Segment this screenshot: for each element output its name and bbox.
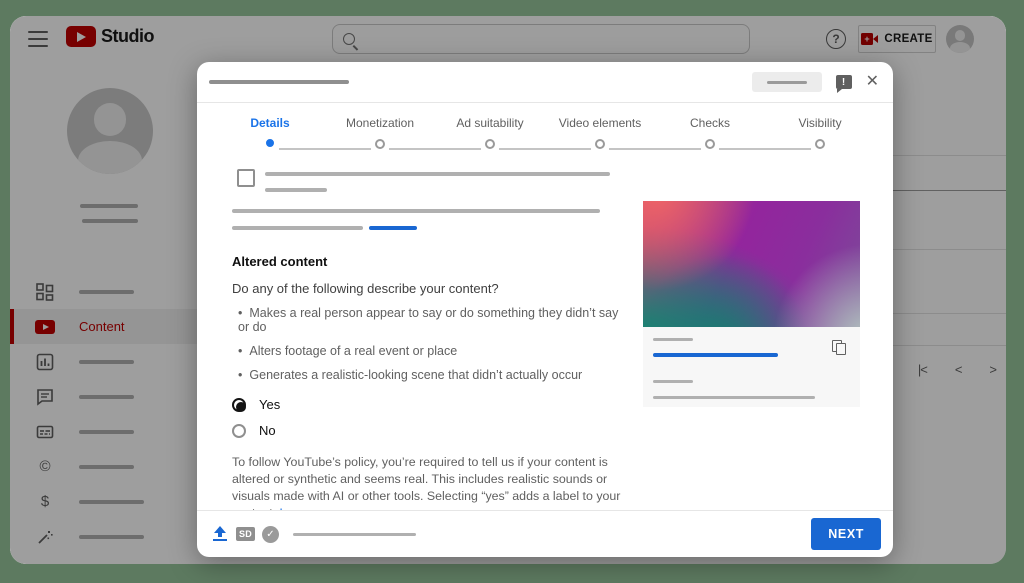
upload-stepper: Details Monetization Ad suitability Vide…	[215, 103, 875, 161]
step-dot	[595, 139, 605, 149]
policy-text: To follow YouTube’s policy, you’re requi…	[232, 454, 624, 510]
radio-selected-icon	[232, 398, 246, 412]
filename-placeholder	[653, 396, 815, 399]
video-title-placeholder	[209, 80, 349, 84]
video-info-panel	[643, 327, 860, 407]
step-dot	[266, 139, 274, 147]
step-dot	[375, 139, 385, 149]
step-visibility[interactable]: Visibility	[765, 116, 875, 161]
bullet-item: •Alters footage of a real event or place	[232, 344, 624, 358]
step-dot	[705, 139, 715, 149]
step-dot	[815, 139, 825, 149]
radio-unselected-icon	[232, 424, 246, 438]
video-thumbnail[interactable]	[643, 201, 860, 327]
step-dot	[485, 139, 495, 149]
step-checks[interactable]: Checks	[655, 116, 765, 161]
video-url-placeholder[interactable]	[653, 353, 778, 357]
next-button[interactable]: NEXT	[811, 518, 881, 550]
bullet-item: •Generates a realistic-looking scene tha…	[232, 368, 624, 382]
feedback-icon[interactable]: !	[836, 75, 852, 89]
bullet-item: •Makes a real person appear to say or do…	[232, 306, 624, 334]
checks-complete-icon: ✓	[262, 526, 279, 543]
text-placeholder	[232, 209, 600, 213]
copy-link-icon[interactable]	[832, 340, 848, 356]
altered-content-bullets: •Makes a real person appear to say or do…	[232, 306, 624, 382]
step-monetization[interactable]: Monetization	[325, 116, 435, 161]
step-video-elements[interactable]: Video elements	[545, 116, 655, 161]
filename-label-placeholder	[653, 380, 693, 383]
sd-quality-badge: SD	[236, 527, 255, 541]
altered-content-question: Do any of the following describe your co…	[232, 281, 624, 296]
text-placeholder	[265, 188, 327, 192]
altered-content-title: Altered content	[232, 254, 624, 269]
upload-dialog: ! ✕ Details Monetization Ad suitability …	[197, 62, 893, 557]
dialog-body: Altered content Do any of the following …	[197, 161, 893, 510]
step-ad-suitability[interactable]: Ad suitability	[435, 116, 545, 161]
dialog-footer: SD ✓ NEXT	[197, 510, 893, 557]
radio-option-yes[interactable]: Yes	[232, 397, 624, 412]
upload-progress-icon	[212, 526, 228, 542]
video-preview-card	[643, 201, 860, 510]
text-placeholder	[265, 172, 610, 176]
radio-option-no[interactable]: No	[232, 423, 624, 438]
saved-status-pill	[752, 72, 822, 92]
step-details[interactable]: Details	[215, 116, 325, 161]
link-placeholder[interactable]	[369, 226, 417, 230]
playlist-checkbox-row	[232, 169, 624, 192]
dialog-header: ! ✕	[197, 62, 893, 103]
text-placeholder	[232, 226, 363, 230]
close-icon[interactable]: ✕	[866, 74, 879, 90]
checkbox[interactable]	[237, 169, 255, 187]
video-link-label-placeholder	[653, 338, 693, 341]
upload-status-placeholder	[293, 533, 416, 536]
